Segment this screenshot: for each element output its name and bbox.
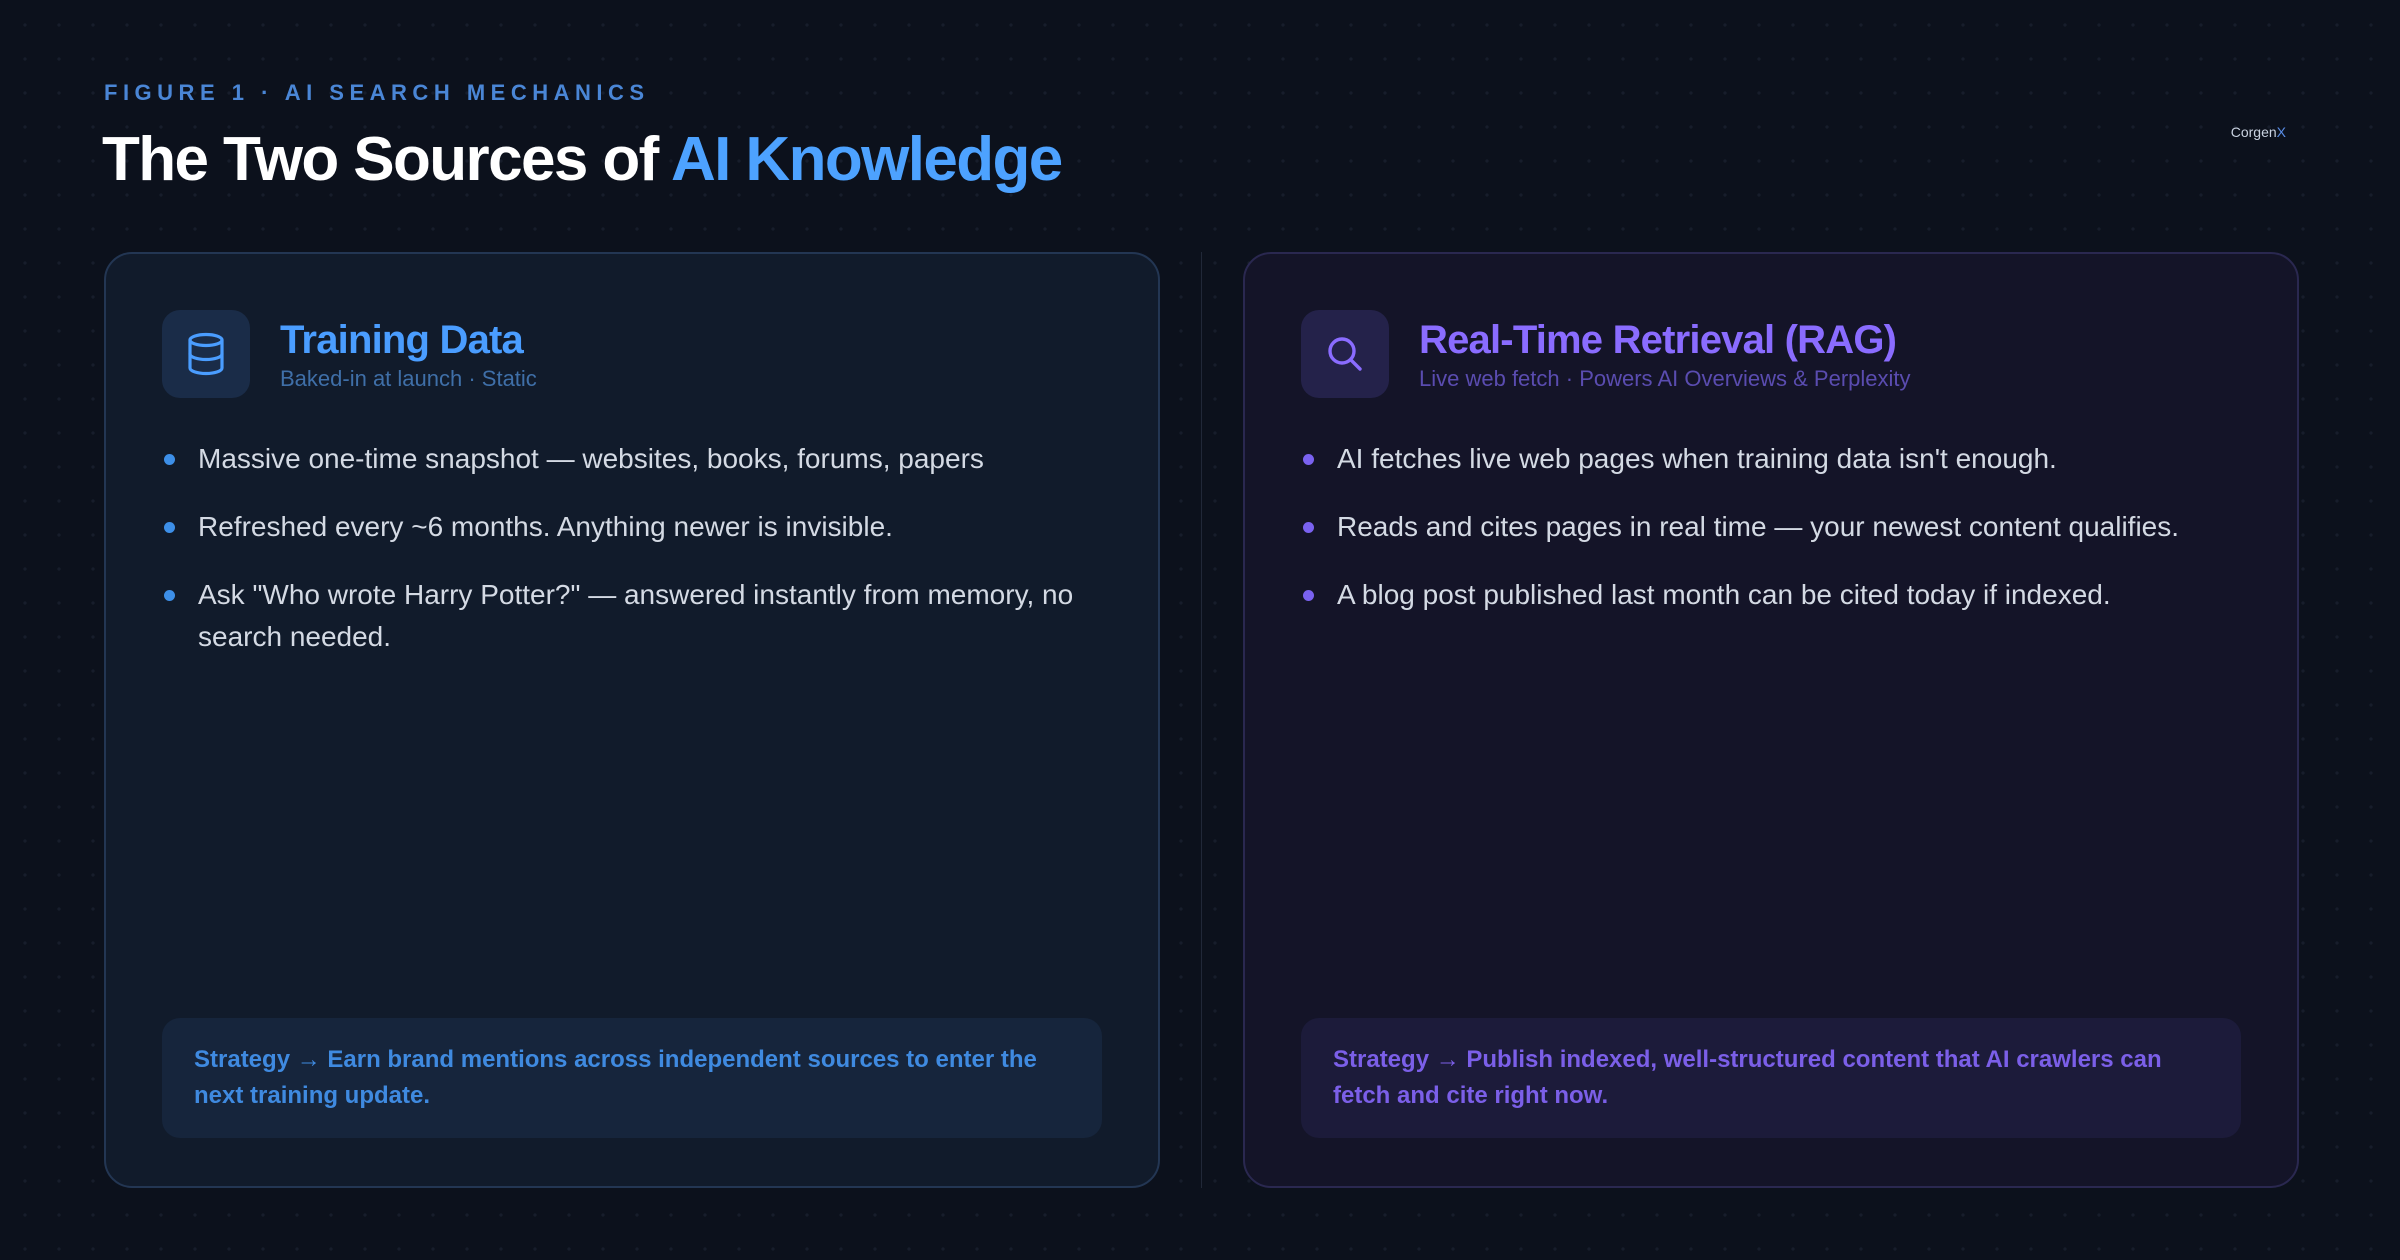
list-item: Massive one-time snapshot — websites, bo… bbox=[162, 438, 1102, 480]
bullet-dot bbox=[1303, 454, 1314, 465]
page-title: The Two Sources of AI Knowledge bbox=[102, 120, 1063, 200]
bullet-text: Ask "Who wrote Harry Potter?" — answered… bbox=[198, 579, 1074, 652]
bullet-list: Massive one-time snapshot — websites, bo… bbox=[162, 438, 1102, 684]
bullet-dot bbox=[164, 590, 175, 601]
title-main: The Two Sources of bbox=[102, 125, 671, 194]
card-title: Real-Time Retrieval (RAG) bbox=[1419, 318, 1897, 362]
brand-logo: CorgenX bbox=[2231, 124, 2286, 140]
figure-eyebrow: FIGURE 1 · AI SEARCH MECHANICS bbox=[104, 80, 650, 105]
strategy-callout: Strategy → Earn brand mentions across in… bbox=[162, 1018, 1102, 1138]
bullet-text: Reads and cites pages in real time — you… bbox=[1337, 511, 2180, 542]
brand-accent: X bbox=[2276, 124, 2286, 140]
column-divider bbox=[1201, 252, 1202, 1188]
list-item: AI fetches live web pages when training … bbox=[1301, 438, 2241, 480]
rag-card: Real-Time Retrieval (RAG) Live web fetch… bbox=[1243, 252, 2299, 1188]
bullet-dot bbox=[164, 522, 175, 533]
bullet-dot bbox=[164, 454, 175, 465]
bullet-list: AI fetches live web pages when training … bbox=[1301, 438, 2241, 642]
figure-page: FIGURE 1 · AI SEARCH MECHANICS The Two S… bbox=[0, 0, 2400, 1260]
bullet-text: AI fetches live web pages when training … bbox=[1337, 443, 2057, 474]
bullet-text: A blog post published last month can be … bbox=[1337, 579, 2111, 610]
strategy-callout: Strategy → Publish indexed, well-structu… bbox=[1301, 1018, 2241, 1138]
card-title: Training Data bbox=[280, 318, 524, 362]
list-item: Ask "Who wrote Harry Potter?" — answered… bbox=[162, 574, 1102, 658]
list-item: Reads and cites pages in real time — you… bbox=[1301, 506, 2241, 548]
card-subtitle: Baked-in at launch · Static bbox=[280, 366, 537, 391]
card-subtitle: Live web fetch · Powers AI Overviews & P… bbox=[1419, 366, 1911, 391]
list-item: A blog post published last month can be … bbox=[1301, 574, 2241, 616]
database-icon bbox=[162, 310, 250, 398]
bullet-dot bbox=[1303, 522, 1314, 533]
bullet-dot bbox=[1303, 590, 1314, 601]
bullet-text: Refreshed every ~6 months. Anything newe… bbox=[198, 511, 893, 542]
training-data-card: Training Data Baked-in at launch · Stati… bbox=[104, 252, 1160, 1188]
title-accent: AI Knowledge bbox=[670, 125, 1063, 194]
list-item: Refreshed every ~6 months. Anything newe… bbox=[162, 506, 1102, 548]
brand-main: Corgen bbox=[2230, 124, 2277, 140]
bullet-text: Massive one-time snapshot — websites, bo… bbox=[198, 443, 984, 474]
search-icon bbox=[1301, 310, 1389, 398]
